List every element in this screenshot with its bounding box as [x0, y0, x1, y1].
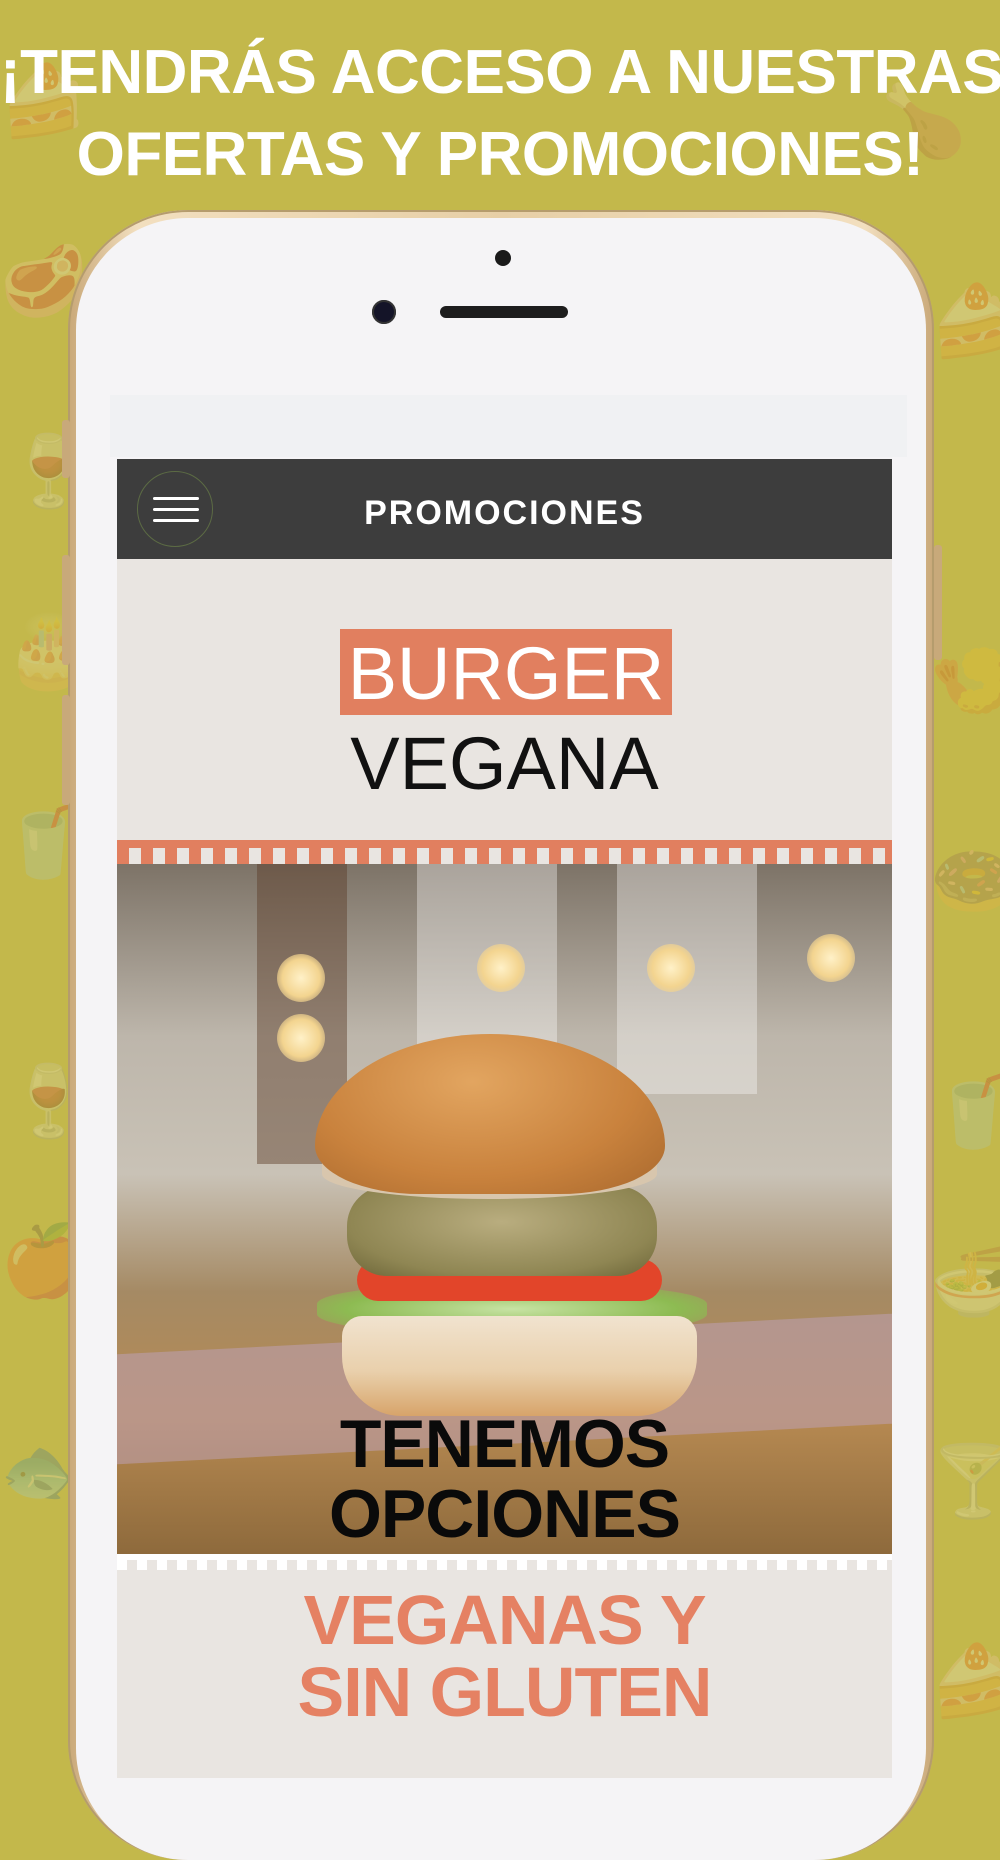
volume-down-button [62, 695, 70, 805]
steak-icon: 🍜 [930, 1240, 1000, 1322]
app-screen: PROMOCIONES BURGER VEGANA TENEMOS OPCION… [117, 459, 892, 1778]
decorative-stripe-top [117, 840, 892, 864]
photo-overlay-text: TENEMOS OPCIONES [117, 1409, 892, 1549]
promo-tag: BURGER [340, 629, 672, 715]
proximity-sensor [495, 250, 511, 266]
status-bar [110, 395, 907, 457]
headline-line-2: OFERTAS Y PROMOCIONES! [76, 120, 924, 189]
overlay-line-1: TENEMOS [339, 1406, 670, 1482]
power-button [934, 545, 942, 660]
cocktail-icon: 🍩 [930, 840, 1000, 922]
front-camera-icon [372, 300, 396, 324]
cake-icon: 🍰 [930, 1640, 1000, 1722]
cake-icon: 🍰 [930, 280, 1000, 362]
headline-line-1: ¡TENDRÁS ACCESO A NUESTRAS [0, 38, 1000, 107]
app-header: PROMOCIONES [117, 459, 892, 559]
promo-headline: ¡TENDRÁS ACCESO A NUESTRAS OFERTAS Y PRO… [0, 32, 1000, 196]
drink-icon: 🥤 [930, 1070, 1000, 1152]
overlay-line-2: OPCIONES [329, 1476, 681, 1552]
footer-line-1: VEGANAS Y [303, 1581, 706, 1659]
burger-photo: TENEMOS OPCIONES [117, 864, 892, 1554]
promo-subtitle: VEGANA [350, 722, 659, 805]
mute-switch [62, 420, 70, 478]
promo-footer-text: VEGANAS Y SIN GLUTEN [117, 1584, 892, 1728]
volume-up-button [62, 555, 70, 665]
page-title: PROMOCIONES [364, 494, 645, 532]
footer-line-2: SIN GLUTEN [297, 1653, 713, 1731]
decorative-stripe-bottom [117, 1554, 892, 1570]
earpiece-speaker [440, 306, 568, 318]
cocktail-icon: 🍸 [930, 1440, 1000, 1522]
